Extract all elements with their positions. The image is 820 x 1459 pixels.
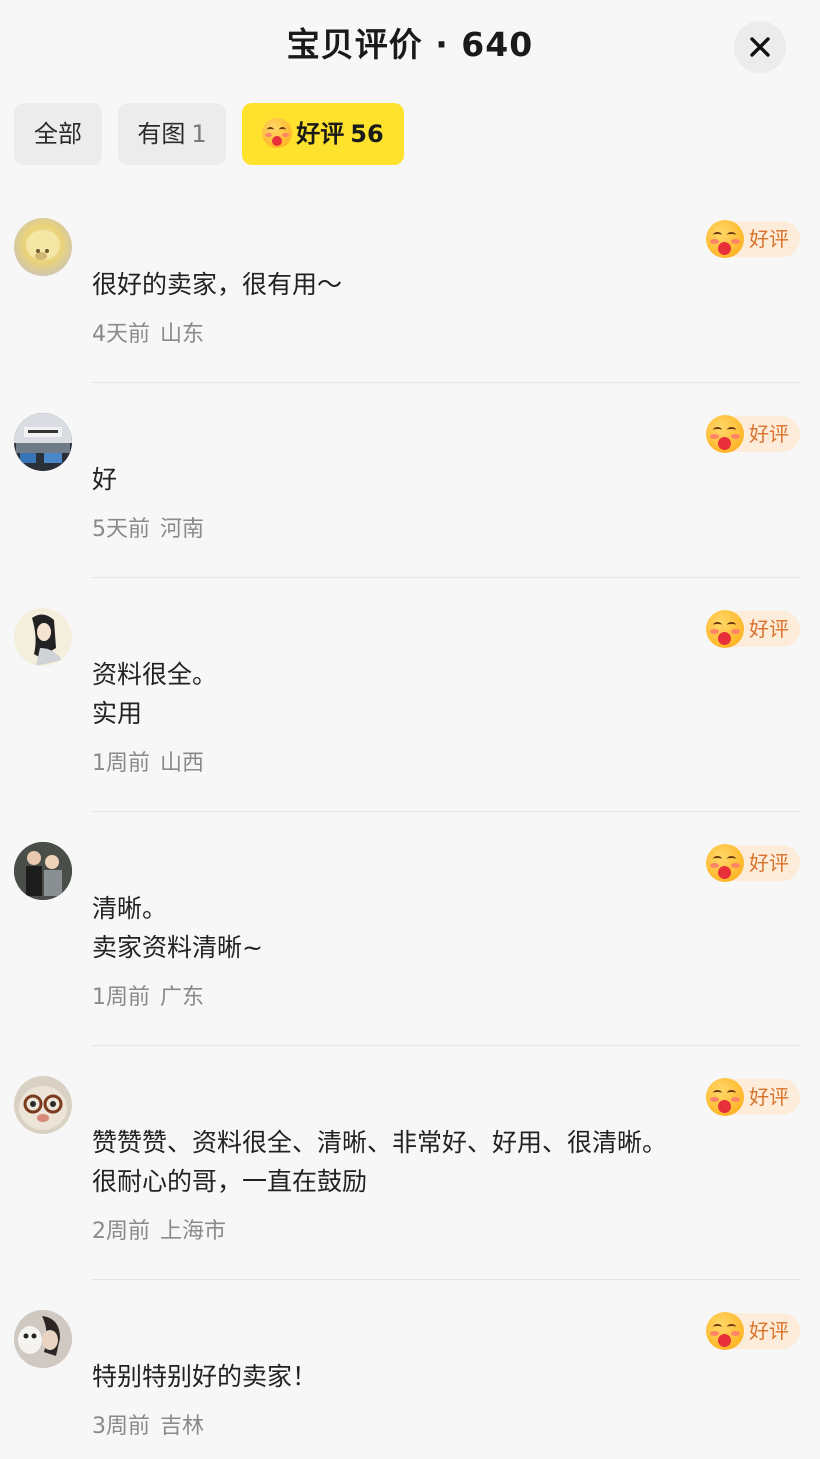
review-text: 好 bbox=[92, 465, 118, 494]
positive-badge: 好评 bbox=[706, 220, 800, 258]
close-button[interactable] bbox=[734, 21, 786, 73]
badge-label: 好评 bbox=[749, 227, 789, 251]
avatar[interactable] bbox=[14, 218, 72, 276]
review-meta: 1周前 山西 bbox=[92, 749, 204, 779]
review-meta: 3周前 吉林 bbox=[92, 1412, 204, 1442]
avatar[interactable] bbox=[14, 608, 72, 666]
review-time: 2周前 bbox=[92, 1219, 150, 1244]
kiss-emoji-icon bbox=[706, 415, 744, 453]
review-meta: 5天前 河南 bbox=[92, 515, 204, 545]
positive-badge: 好评 bbox=[706, 415, 800, 453]
review-text: 资料很全。 bbox=[92, 660, 218, 689]
review-meta: 1周前 广东 bbox=[92, 983, 204, 1013]
kiss-emoji-icon bbox=[706, 610, 744, 648]
positive-badge: 好评 bbox=[706, 844, 800, 882]
positive-badge: 好评 bbox=[706, 610, 800, 648]
kiss-emoji-icon bbox=[706, 220, 744, 258]
badge-label: 好评 bbox=[749, 422, 789, 446]
review-time: 5天前 bbox=[92, 517, 150, 542]
review-text: 很耐心的哥，一直在鼓励 bbox=[92, 1167, 368, 1196]
tab-count: 1 bbox=[191, 120, 207, 148]
avatar[interactable] bbox=[14, 413, 72, 471]
review-time: 4天前 bbox=[92, 322, 150, 347]
badge-label: 好评 bbox=[749, 1085, 789, 1109]
badge-label: 好评 bbox=[749, 617, 789, 641]
review-time: 1周前 bbox=[92, 751, 150, 776]
kiss-emoji-icon bbox=[706, 844, 744, 882]
review-location: 吉林 bbox=[160, 1414, 205, 1439]
review-meta: 4天前 山东 bbox=[92, 320, 204, 350]
review-text: 特别特别好的卖家！ bbox=[92, 1362, 318, 1391]
review-time: 3周前 bbox=[92, 1414, 150, 1439]
review-text: 很好的卖家，很有用～ bbox=[92, 270, 343, 299]
review-text: 赞赞赞、资料很全、清晰、非常好、好用、很清晰。 bbox=[92, 1128, 668, 1157]
review-time: 1周前 bbox=[92, 985, 150, 1010]
avatar[interactable] bbox=[14, 1310, 72, 1368]
review-location: 山东 bbox=[160, 322, 205, 347]
review-text: 清晰。 bbox=[92, 894, 168, 923]
review-location: 广东 bbox=[160, 985, 205, 1010]
review-location: 上海市 bbox=[160, 1219, 227, 1244]
positive-badge: 好评 bbox=[706, 1312, 800, 1350]
tab-with-images[interactable]: 有图 1 bbox=[118, 103, 226, 165]
avatar[interactable] bbox=[14, 842, 72, 900]
review-location: 河南 bbox=[160, 517, 205, 542]
divider bbox=[92, 811, 800, 812]
tab-all[interactable]: 全部 bbox=[14, 103, 102, 165]
badge-label: 好评 bbox=[749, 1319, 789, 1343]
page-title: 宝贝评价 · 640 bbox=[286, 25, 534, 64]
positive-badge: 好评 bbox=[706, 1078, 800, 1116]
badge-label: 好评 bbox=[749, 851, 789, 875]
kiss-emoji-icon bbox=[262, 118, 293, 148]
divider bbox=[92, 577, 800, 578]
review-text: 卖家资料清晰~ bbox=[92, 933, 263, 962]
divider bbox=[92, 1045, 800, 1046]
review-location: 山西 bbox=[160, 751, 205, 776]
tab-label: 全部 bbox=[34, 120, 82, 148]
kiss-emoji-icon bbox=[706, 1078, 744, 1116]
header: 宝贝评价 · 640 bbox=[0, 0, 820, 92]
tab-count: 56 bbox=[350, 120, 384, 148]
close-icon bbox=[750, 37, 770, 57]
kiss-emoji-icon bbox=[706, 1312, 744, 1350]
divider bbox=[92, 382, 800, 383]
tab-positive[interactable]: 好评 56 bbox=[242, 103, 404, 165]
divider bbox=[92, 1279, 800, 1280]
tab-label: 好评 bbox=[296, 120, 345, 148]
review-meta: 2周前 上海市 bbox=[92, 1217, 226, 1247]
tab-label: 有图 bbox=[137, 120, 186, 148]
review-text: 实用 bbox=[92, 699, 143, 728]
avatar[interactable] bbox=[14, 1076, 72, 1134]
